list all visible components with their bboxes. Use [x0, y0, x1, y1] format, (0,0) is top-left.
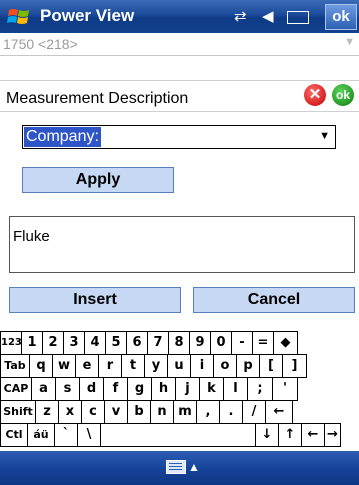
- key-ctrl[interactable]: Ctl: [0, 423, 28, 447]
- key-n[interactable]: n: [151, 400, 174, 424]
- key-enter[interactable]: ←: [266, 400, 293, 424]
- key-a[interactable]: a: [32, 377, 56, 401]
- title-bar: Power View ⇄ ◀︎ ok: [0, 0, 359, 33]
- key-tab[interactable]: Tab: [0, 354, 30, 378]
- key-s[interactable]: s: [56, 377, 80, 401]
- chevron-down-icon: ▼: [319, 130, 330, 142]
- key-h[interactable]: h: [152, 377, 176, 401]
- key-arrow-down[interactable]: ↓: [256, 423, 279, 447]
- key-k[interactable]: k: [200, 377, 224, 401]
- device-combo-value: 1750 <218>: [3, 36, 78, 52]
- key-i[interactable]: i: [191, 354, 214, 378]
- close-icon[interactable]: ✕: [304, 84, 326, 106]
- key-f[interactable]: f: [104, 377, 128, 401]
- measurement-description-label: Measurement Description: [6, 90, 189, 107]
- key-5[interactable]: 5: [106, 331, 127, 355]
- key-l[interactable]: l: [224, 377, 248, 401]
- key-q[interactable]: q: [30, 354, 53, 378]
- key-comma[interactable]: ,: [197, 400, 220, 424]
- key-d[interactable]: d: [80, 377, 104, 401]
- field-select[interactable]: Company: ▼: [22, 125, 336, 149]
- key-accents[interactable]: áü: [28, 423, 55, 447]
- key-bracket-left[interactable]: [: [260, 354, 283, 378]
- keyboard-row-1: 123 1 2 3 4 5 6 7 8 9 0 - = ◆: [0, 331, 298, 355]
- description-textarea[interactable]: Fluke: [9, 216, 355, 273]
- key-9[interactable]: 9: [190, 331, 211, 355]
- ok-button[interactable]: ok: [325, 4, 357, 30]
- description-text: Fluke: [13, 228, 50, 245]
- key-x[interactable]: x: [59, 400, 82, 424]
- key-minus[interactable]: -: [232, 331, 253, 355]
- key-t[interactable]: t: [122, 354, 145, 378]
- cancel-button[interactable]: Cancel: [193, 287, 355, 313]
- chevron-down-icon: ▼: [344, 36, 355, 48]
- key-space[interactable]: [101, 423, 256, 447]
- key-4[interactable]: 4: [85, 331, 106, 355]
- key-z[interactable]: z: [36, 400, 59, 424]
- field-select-value: Company:: [24, 127, 101, 147]
- key-j[interactable]: j: [176, 377, 200, 401]
- key-arrow-left[interactable]: ←: [302, 423, 325, 447]
- key-period[interactable]: .: [220, 400, 243, 424]
- key-m[interactable]: m: [174, 400, 197, 424]
- key-backslash[interactable]: \: [78, 423, 101, 447]
- key-8[interactable]: 8: [169, 331, 190, 355]
- key-2[interactable]: 2: [43, 331, 64, 355]
- apply-button[interactable]: Apply: [22, 167, 174, 193]
- device-combo[interactable]: 1750 <218> ▼: [0, 33, 359, 56]
- windows-start-icon[interactable]: [7, 5, 31, 29]
- key-u[interactable]: u: [168, 354, 191, 378]
- key-r[interactable]: r: [99, 354, 122, 378]
- key-123[interactable]: 123: [0, 331, 22, 355]
- insert-button[interactable]: Insert: [9, 287, 181, 313]
- soft-keyboard: 123 1 2 3 4 5 6 7 8 9 0 - = ◆ Tab q w e …: [0, 331, 359, 451]
- key-1[interactable]: 1: [22, 331, 43, 355]
- key-7[interactable]: 7: [148, 331, 169, 355]
- key-equals[interactable]: =: [253, 331, 274, 355]
- ok-icon[interactable]: ok: [332, 84, 354, 106]
- key-g[interactable]: g: [128, 377, 152, 401]
- bottom-bar: ▲: [0, 451, 359, 485]
- key-v[interactable]: v: [105, 400, 128, 424]
- key-shift[interactable]: Shift: [0, 400, 36, 424]
- battery-icon[interactable]: [287, 11, 309, 24]
- key-w[interactable]: w: [53, 354, 76, 378]
- keyboard-icon[interactable]: [166, 460, 186, 474]
- key-c[interactable]: c: [82, 400, 105, 424]
- key-e[interactable]: e: [76, 354, 99, 378]
- arrow-up-icon[interactable]: ▲: [188, 460, 200, 474]
- key-slash[interactable]: /: [243, 400, 266, 424]
- key-bracket-right[interactable]: ]: [283, 354, 307, 378]
- divider: [0, 80, 359, 81]
- window-title: Power View: [40, 6, 135, 25]
- key-caps[interactable]: CAP: [0, 377, 32, 401]
- key-backspace[interactable]: ◆: [274, 331, 298, 355]
- key-0[interactable]: 0: [211, 331, 232, 355]
- divider: [0, 111, 359, 112]
- connectivity-icon[interactable]: ⇄: [234, 7, 247, 25]
- key-3[interactable]: 3: [64, 331, 85, 355]
- volume-icon[interactable]: ◀︎: [262, 7, 274, 25]
- keyboard-row-4: Shift z x c v b n m , . / ←: [0, 400, 293, 424]
- key-o[interactable]: o: [214, 354, 237, 378]
- key-arrow-right[interactable]: →: [325, 423, 341, 447]
- key-semicolon[interactable]: ;: [248, 377, 273, 401]
- keyboard-row-2: Tab q w e r t y u i o p [ ]: [0, 354, 307, 378]
- key-6[interactable]: 6: [127, 331, 148, 355]
- keyboard-row-3: CAP a s d f g h j k l ; ': [0, 377, 298, 401]
- key-y[interactable]: y: [145, 354, 168, 378]
- key-backtick[interactable]: `: [55, 423, 78, 447]
- key-p[interactable]: p: [237, 354, 260, 378]
- key-b[interactable]: b: [128, 400, 151, 424]
- key-quote[interactable]: ': [273, 377, 298, 401]
- key-arrow-up[interactable]: ↑: [279, 423, 302, 447]
- keyboard-row-5: Ctl áü ` \ ↓ ↑ ← →: [0, 423, 341, 447]
